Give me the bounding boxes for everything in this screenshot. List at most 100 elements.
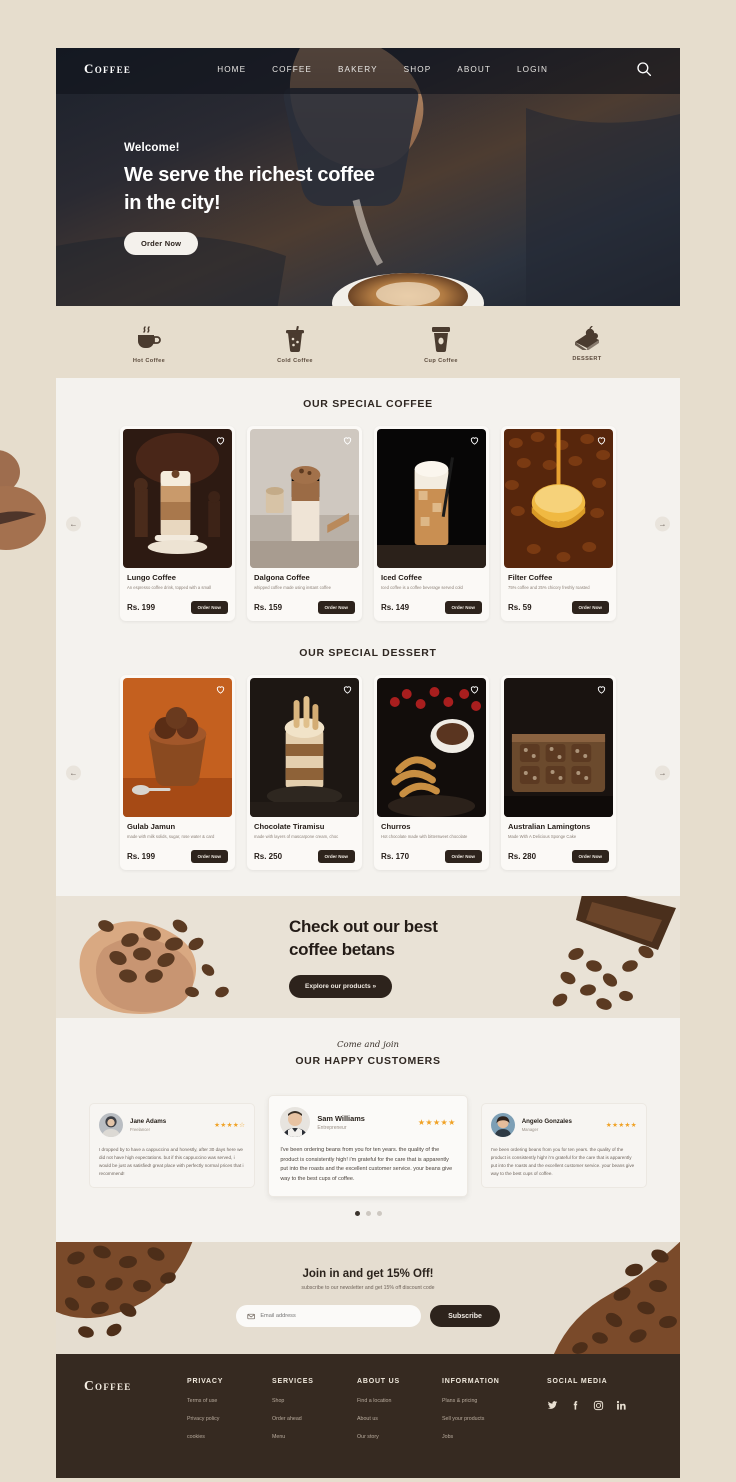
- footer-link-cookies[interactable]: cookies: [187, 1434, 272, 1440]
- favorite-heart-icon[interactable]: [596, 684, 607, 695]
- category-dessert[interactable]: DESSERT: [550, 326, 624, 364]
- pagination-dot-1[interactable]: [354, 1210, 360, 1216]
- subscribe-button[interactable]: Subscribe: [430, 1305, 500, 1327]
- beans-headline-line1: Check out our best: [289, 916, 438, 936]
- testimonial-card[interactable]: Sam Williams Entrepreneur ★★★★★ I've bee…: [268, 1095, 468, 1197]
- products-panel: OUR SPECIAL COFFEE ← → Lungo Coffee An e…: [56, 378, 680, 896]
- favorite-heart-icon[interactable]: [215, 684, 226, 695]
- product-price: Rs. 199: [127, 852, 156, 861]
- product-order-button[interactable]: Order Now: [190, 850, 228, 863]
- churros-photo: [377, 678, 486, 817]
- testimonial-header: Sam Williams Entrepreneur ★★★★★: [280, 1107, 455, 1137]
- testimonial-identity: Sam Williams Entrepreneur: [317, 1114, 365, 1131]
- testimonial-name: Jane Adams: [130, 1118, 167, 1126]
- nav-link-coffee[interactable]: COFFEE: [272, 65, 312, 74]
- product-card[interactable]: Chocolate Tiramisu made with layers of m…: [247, 675, 362, 870]
- product-order-button[interactable]: Order Now: [571, 601, 609, 614]
- footer-link-find-a-location[interactable]: Find a location: [357, 1398, 442, 1404]
- pagination-dot-2[interactable]: [365, 1210, 371, 1216]
- email-field-wrapper[interactable]: [236, 1305, 422, 1327]
- dessert-carousel-prev[interactable]: ←: [66, 765, 81, 780]
- site-shell: Coffee HOME COFFEE BAKERY SHOP ABOUT LOG…: [56, 48, 680, 1478]
- gulab-jamun-photo: [123, 678, 232, 817]
- footer-link-shop[interactable]: Shop: [272, 1398, 357, 1404]
- coffee-carousel: ← → Lungo Coffee An espresso coffee drin…: [56, 426, 680, 621]
- twitter-icon[interactable]: [547, 1398, 558, 1409]
- email-input[interactable]: [260, 1313, 411, 1319]
- category-label: Hot Coffee: [132, 358, 166, 364]
- favorite-heart-icon[interactable]: [596, 435, 607, 446]
- testimonial-name: Angelo Gonzales: [521, 1118, 572, 1126]
- dessert-carousel-next[interactable]: →: [655, 765, 670, 780]
- favorite-heart-icon[interactable]: [342, 435, 353, 446]
- footer-heading: PRIVACY: [187, 1377, 224, 1385]
- product-card[interactable]: Churros Hot chocolate made with bittersw…: [374, 675, 489, 870]
- footer-column-about-us: ABOUT US Find a location About us Our st…: [357, 1378, 442, 1452]
- category-cold-coffee[interactable]: Cold Coffee: [258, 326, 332, 364]
- product-card[interactable]: Australian Lamingtons Made With A Delici…: [501, 675, 616, 870]
- product-card[interactable]: Filter Coffee 75% coffee and 25% chicory…: [501, 426, 616, 621]
- product-card[interactable]: Iced Coffee Iced coffee is a coffee beve…: [374, 426, 489, 621]
- facebook-icon[interactable]: [570, 1398, 581, 1410]
- hero-headline-line1: We serve the richest coffee: [124, 164, 375, 186]
- lungo-coffee-photo: [123, 429, 232, 568]
- jane-adams-avatar-image: [99, 1113, 123, 1138]
- footer-link-privacy-policy[interactable]: Privacy policy: [187, 1416, 272, 1422]
- search-icon[interactable]: [636, 61, 652, 77]
- favorite-heart-icon[interactable]: [342, 684, 353, 695]
- product-card[interactable]: Gulab Jamun made with milk solids, sugar…: [120, 675, 235, 870]
- pagination-dot-3[interactable]: [376, 1210, 382, 1216]
- footer-link-order-ahead[interactable]: Order ahead: [272, 1416, 357, 1422]
- nav-link-shop[interactable]: SHOP: [404, 65, 432, 74]
- footer-brand-logo[interactable]: Coffee: [84, 1378, 187, 1452]
- nav-link-about[interactable]: ABOUT: [457, 65, 491, 74]
- footer-link-sell-your-products[interactable]: Sell your products: [442, 1416, 547, 1422]
- nav-link-home[interactable]: HOME: [217, 65, 246, 74]
- product-name: Iced Coffee: [381, 573, 422, 582]
- favorite-heart-icon[interactable]: [215, 435, 226, 446]
- testimonial-card[interactable]: Angelo Gonzales Manager ★★★★★ I've been …: [480, 1103, 647, 1189]
- product-order-button[interactable]: Order Now: [317, 850, 355, 863]
- footer-link-our-story[interactable]: Our story: [357, 1434, 442, 1440]
- brand-logo[interactable]: Coffee: [84, 61, 131, 77]
- category-cup-coffee[interactable]: Cup Coffee: [404, 326, 478, 364]
- product-order-button[interactable]: Order Now: [317, 601, 355, 614]
- hero-order-now-button[interactable]: Order Now: [124, 231, 199, 255]
- favorite-heart-icon[interactable]: [469, 684, 480, 695]
- product-body: Gulab Jamun made with milk solids, sugar…: [120, 817, 235, 845]
- footer-link-menu[interactable]: Menu: [272, 1434, 357, 1440]
- product-footer: Rs. 59 Order Now: [501, 596, 616, 614]
- footer-link-about-us[interactable]: About us: [357, 1416, 442, 1422]
- nav-link-login[interactable]: LOGIN: [517, 65, 548, 74]
- product-order-button[interactable]: Order Now: [190, 601, 228, 614]
- product-card[interactable]: Lungo Coffee An espresso coffee drink, t…: [120, 426, 235, 621]
- product-image: [377, 429, 486, 568]
- testimonial-identity: Angelo Gonzales Manager: [522, 1118, 572, 1132]
- product-name: Lungo Coffee: [127, 573, 176, 582]
- product-price: Rs. 280: [508, 852, 537, 861]
- footer-link-terms-of-use[interactable]: Terms of use: [187, 1398, 272, 1404]
- coffee-carousel-next[interactable]: →: [655, 516, 670, 531]
- product-order-button[interactable]: Order Now: [571, 850, 609, 863]
- product-price: Rs. 250: [254, 852, 283, 861]
- instagram-icon[interactable]: [593, 1398, 604, 1410]
- linkedin-icon[interactable]: [616, 1398, 627, 1410]
- explore-products-button[interactable]: Explore our products »: [289, 975, 393, 999]
- product-order-button[interactable]: Order Now: [444, 850, 482, 863]
- coffee-carousel-prev[interactable]: ←: [66, 516, 81, 531]
- footer-link-jobs[interactable]: Jobs: [442, 1434, 547, 1440]
- product-description: whipped coffee made using instant coffee: [254, 585, 331, 590]
- product-card[interactable]: Dalgona Coffee whipped coffee made using…: [247, 426, 362, 621]
- nav-link-bakery[interactable]: BAKERY: [338, 65, 378, 74]
- category-hot-coffee[interactable]: Hot Coffee: [112, 326, 186, 364]
- product-price: Rs. 59: [508, 603, 532, 612]
- testimonial-role: Entrepreneur: [317, 1124, 347, 1131]
- rating-stars: ★★★★★: [605, 1122, 637, 1130]
- testimonial-pagination: [56, 1210, 680, 1216]
- product-order-button[interactable]: Order Now: [444, 601, 482, 614]
- footer-link-plans-pricing[interactable]: Plans & pricing: [442, 1398, 547, 1404]
- testimonial-header: Jane Adams Freelancer ★★★★☆: [99, 1113, 245, 1138]
- product-name: Churros: [381, 822, 411, 831]
- favorite-heart-icon[interactable]: [469, 435, 480, 446]
- testimonial-card[interactable]: Jane Adams Freelancer ★★★★☆ I dropped by…: [89, 1103, 256, 1189]
